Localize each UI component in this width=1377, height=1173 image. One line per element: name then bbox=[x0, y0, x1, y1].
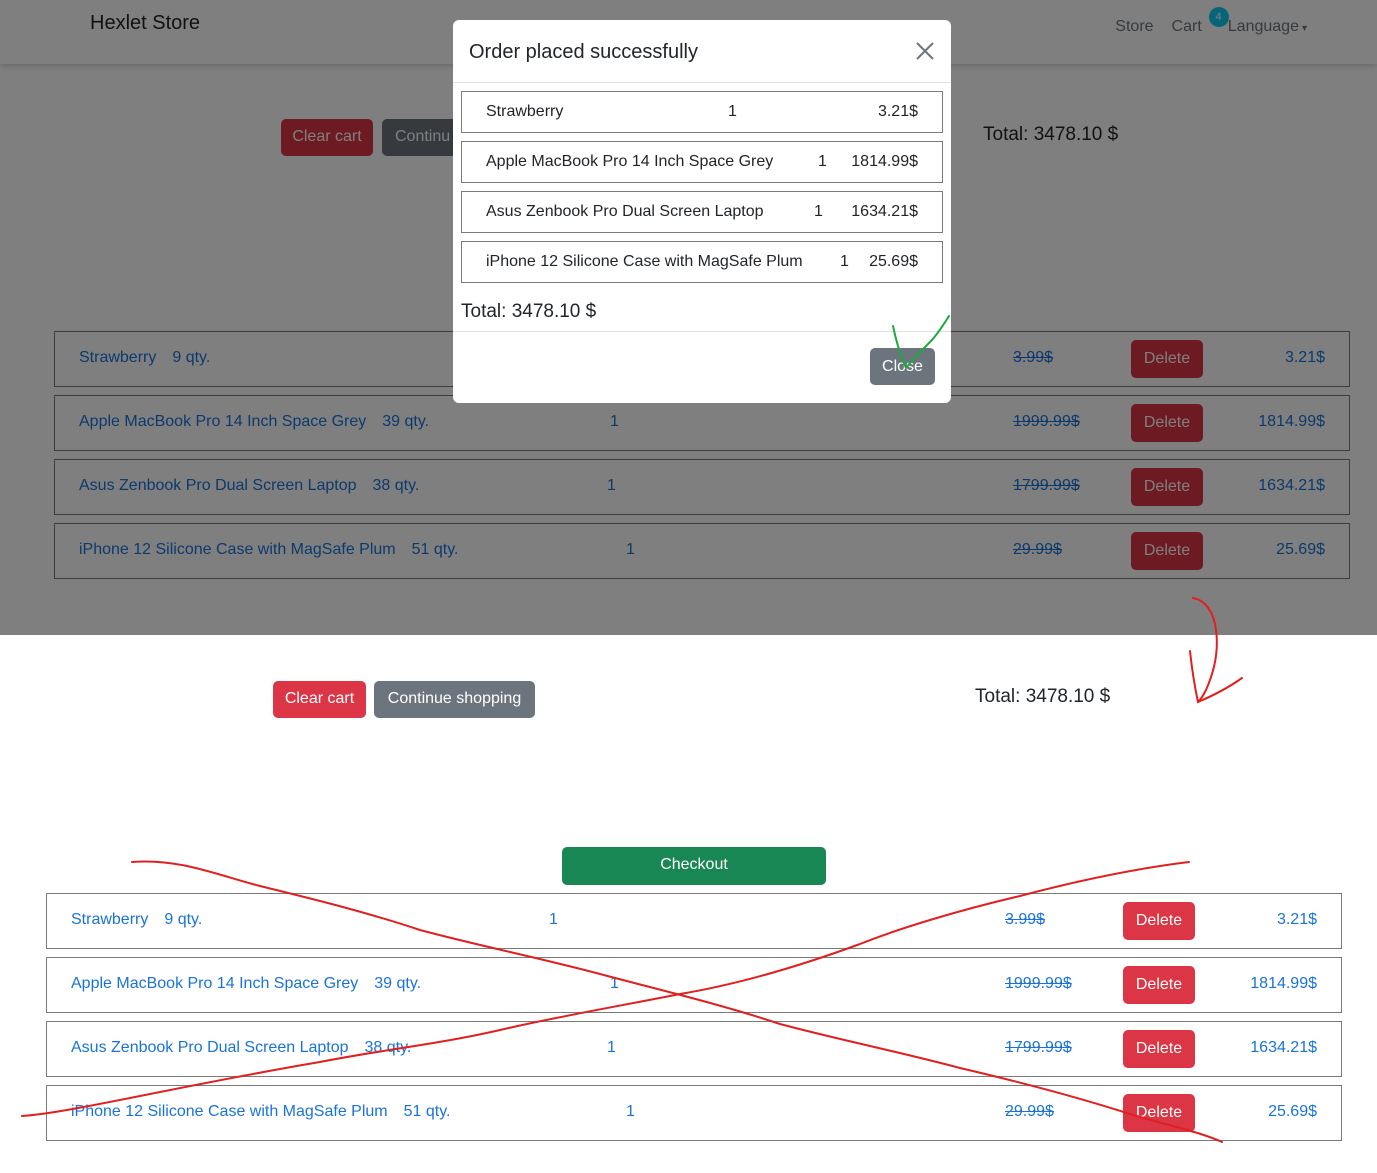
original-price: 1999.99$ bbox=[1005, 975, 1072, 992]
delete-button[interactable]: Delete bbox=[1123, 1030, 1195, 1068]
product-stock-qty: 39 qty. bbox=[374, 975, 422, 992]
cart-row: Strawberry 9 qty. 1 3.99$ Delete 3.21$ bbox=[46, 893, 1342, 949]
modal-footer-divider bbox=[453, 331, 951, 332]
discounted-price: 25.69$ bbox=[1268, 1103, 1317, 1120]
original-price: 1799.99$ bbox=[1005, 1039, 1072, 1056]
product-name: iPhone 12 Silicone Case with MagSafe Plu… bbox=[71, 1103, 388, 1120]
delete-button[interactable]: Delete bbox=[1123, 1094, 1195, 1132]
original-price: 3.99$ bbox=[1005, 911, 1046, 928]
checkout-button[interactable]: Checkout bbox=[562, 847, 826, 885]
modal-item-price: 3.21$ bbox=[877, 103, 918, 120]
product-name: Strawberry bbox=[71, 911, 149, 928]
modal-order-row: Apple MacBook Pro 14 Inch Space Grey 1 181… bbox=[461, 141, 943, 183]
product-stock-qty: 51 qty. bbox=[403, 1103, 451, 1120]
item-count[interactable]: 1 bbox=[626, 1103, 635, 1121]
modal-item-price: 1634.21$ bbox=[851, 203, 918, 220]
modal-order-row: Asus Zenbook Pro Dual Screen Laptop 1 1634… bbox=[461, 191, 943, 233]
product-name: Asus Zenbook Pro Dual Screen Laptop bbox=[71, 1039, 349, 1056]
cart-row: Apple MacBook Pro 14 Inch Space Grey 39 q… bbox=[46, 957, 1342, 1013]
product-name: Apple MacBook Pro 14 Inch Space Grey bbox=[71, 975, 359, 992]
modal-product-name: Asus Zenbook Pro Dual Screen Laptop bbox=[486, 203, 764, 220]
modal-close-button[interactable]: Close bbox=[870, 348, 935, 385]
cart-page-screenshot: Clear cart Continue shopping Total: 3478… bbox=[0, 635, 1377, 1173]
modal-header-divider bbox=[453, 82, 951, 83]
modal-item-price: 25.69$ bbox=[869, 253, 918, 270]
order-modal-screenshot: Hexlet Store Store Cart 4 Language▾ Clea… bbox=[0, 0, 1377, 635]
clear-cart-button[interactable]: Clear cart bbox=[273, 681, 366, 718]
modal-item-count: 1 bbox=[840, 253, 849, 270]
original-price: 29.99$ bbox=[1005, 1103, 1054, 1120]
cart-total: Total: 3478.10 $ bbox=[975, 686, 1111, 707]
delete-button[interactable]: Delete bbox=[1123, 902, 1195, 940]
modal-item-count: 1 bbox=[818, 153, 827, 170]
discounted-price: 1814.99$ bbox=[1250, 975, 1317, 992]
product-stock-qty: 9 qty. bbox=[164, 911, 203, 928]
modal-order-row: Strawberry 1 3.21$ bbox=[461, 91, 943, 133]
item-count[interactable]: 1 bbox=[607, 1039, 616, 1057]
product-name-link[interactable]: Strawberry 9 qty. bbox=[71, 911, 202, 929]
discounted-price: 1634.21$ bbox=[1250, 1039, 1317, 1056]
modal-item-count: 1 bbox=[728, 103, 737, 120]
product-name-link[interactable]: Apple MacBook Pro 14 Inch Space Grey 39 q… bbox=[71, 975, 421, 993]
modal-product-name: Strawberry bbox=[486, 103, 564, 120]
product-name-link[interactable]: Asus Zenbook Pro Dual Screen Laptop 38 qt… bbox=[71, 1039, 411, 1057]
modal-title: Order placed successfully bbox=[469, 41, 698, 63]
modal-product-name: Apple MacBook Pro 14 Inch Space Grey bbox=[486, 153, 774, 170]
continue-shopping-button[interactable]: Continue shopping bbox=[374, 681, 535, 718]
item-count[interactable]: 1 bbox=[549, 911, 558, 929]
close-icon[interactable] bbox=[915, 41, 935, 61]
modal-product-name: iPhone 12 Silicone Case with MagSafe Plu… bbox=[486, 253, 803, 270]
delete-button[interactable]: Delete bbox=[1123, 966, 1195, 1004]
cart-row: Asus Zenbook Pro Dual Screen Laptop 38 qt… bbox=[46, 1021, 1342, 1077]
product-name-link[interactable]: iPhone 12 Silicone Case with MagSafe Plu… bbox=[71, 1103, 450, 1121]
modal-item-count: 1 bbox=[814, 203, 823, 220]
modal-item-price: 1814.99$ bbox=[851, 153, 918, 170]
product-stock-qty: 38 qty. bbox=[364, 1039, 412, 1056]
modal-order-row: iPhone 12 Silicone Case with MagSafe Plu… bbox=[461, 241, 943, 283]
discounted-price: 3.21$ bbox=[1276, 911, 1317, 928]
item-count[interactable]: 1 bbox=[610, 975, 619, 993]
modal-total: Total: 3478.10 $ bbox=[461, 301, 597, 322]
order-success-modal: Order placed successfully Strawberry 1 3.2… bbox=[453, 20, 951, 403]
cart-row: iPhone 12 Silicone Case with MagSafe Plu… bbox=[46, 1085, 1342, 1141]
